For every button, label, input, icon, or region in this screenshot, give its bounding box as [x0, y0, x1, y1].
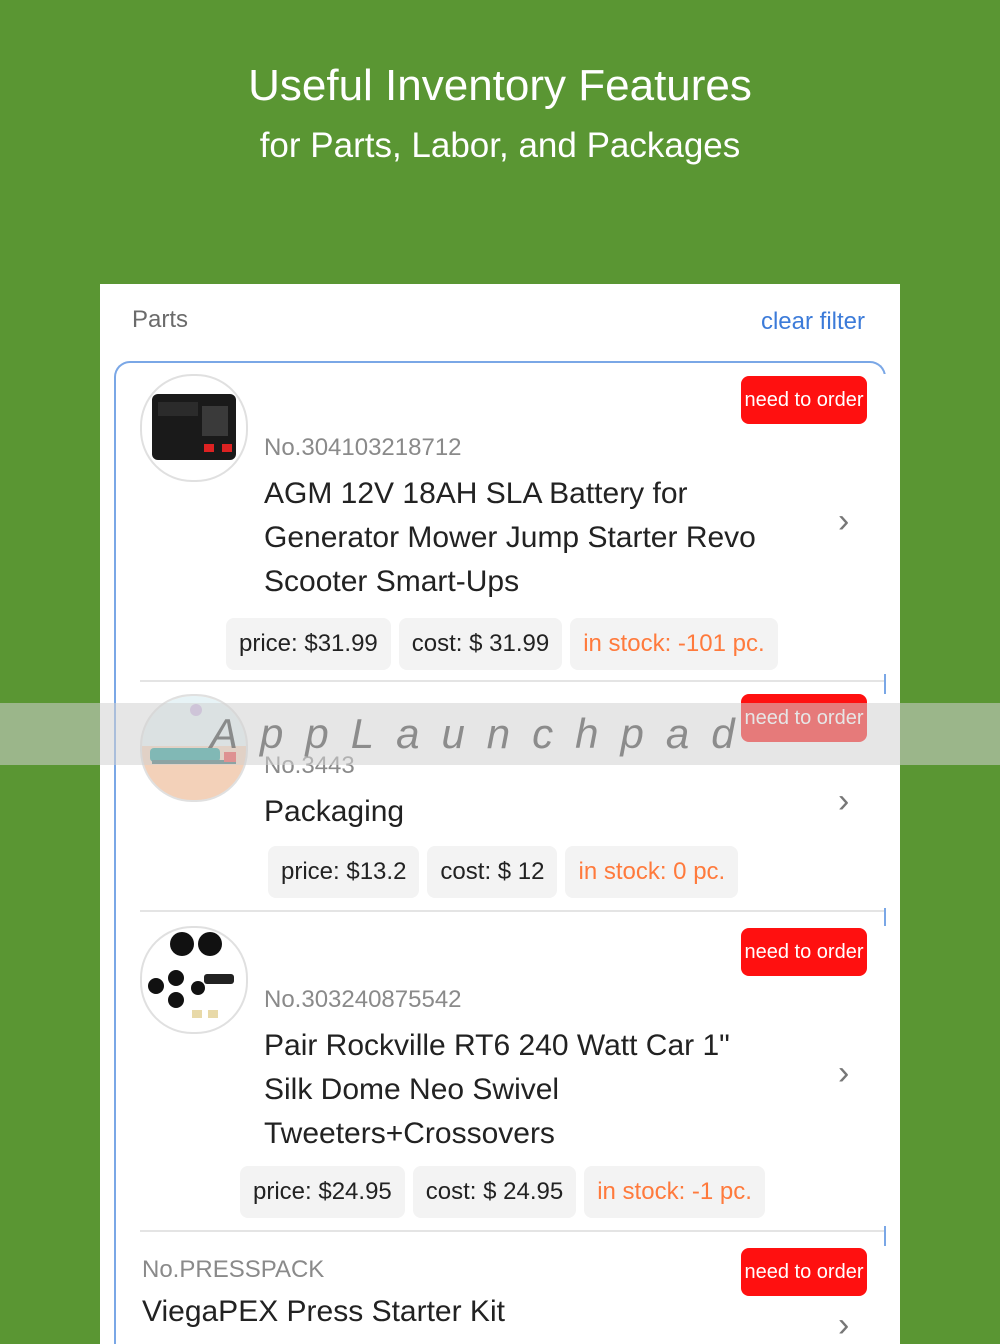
stock-chip: in stock: -1 pc.	[584, 1166, 765, 1218]
need-to-order-badge: need to order	[741, 1248, 867, 1296]
item-divider	[140, 680, 884, 682]
cost-chip: cost: $ 12	[427, 846, 558, 898]
need-to-order-badge: need to order	[741, 376, 867, 424]
item-name: Packaging	[264, 795, 405, 828]
item-name: AGM 12V 18AH SLA Battery for Generator M…	[264, 477, 756, 598]
stock-chip: in stock: 0 pc.	[565, 846, 739, 898]
parts-panel: Parts clear filter need to order No.3041…	[100, 284, 900, 1344]
battery-image	[140, 374, 248, 482]
price-chip: price: $13.2	[268, 846, 420, 898]
list-item[interactable]: need to order No.303240875542 Pair Rockv…	[140, 926, 886, 1226]
page-title: Parts	[132, 306, 189, 333]
need-to-order-badge: need to order	[741, 928, 867, 976]
item-sku: No.303240875542	[264, 986, 462, 1013]
list-item[interactable]: need to order No.304103218712 AGM 12V 18…	[140, 374, 886, 674]
item-sku: No.PRESSPACK	[142, 1256, 325, 1283]
cost-chip: cost: $ 24.95	[412, 1166, 577, 1218]
chevron-right-icon[interactable]: ›	[838, 1308, 860, 1342]
promo-title: Useful Inventory Features	[248, 61, 752, 110]
tweeters-image	[140, 926, 248, 1034]
chevron-right-icon[interactable]: ›	[838, 784, 860, 818]
promo-subtitle: for Parts, Labor, and Packages	[259, 126, 741, 165]
item-name: Pair Rockville RT6 240 Watt Car 1" Silk …	[264, 1029, 730, 1150]
watermark-band: AppLaunchpad	[0, 703, 1000, 765]
item-name: ViegaPEX Press Starter Kit	[142, 1295, 505, 1328]
stock-chip: in stock: -101 pc.	[570, 618, 778, 670]
cost-chip: cost: $ 31.99	[398, 618, 563, 670]
list-item[interactable]: need to order No.PRESSPACK ViegaPEX Pres…	[140, 1246, 886, 1344]
item-divider	[140, 910, 884, 912]
chevron-right-icon[interactable]: ›	[838, 504, 860, 538]
chevron-right-icon[interactable]: ›	[838, 1056, 860, 1090]
item-sku: No.304103218712	[264, 434, 462, 461]
watermark-text: AppLaunchpad	[210, 710, 757, 757]
item-divider	[140, 1230, 884, 1232]
clear-filter-link[interactable]: clear filter	[761, 308, 865, 336]
price-chip: price: $31.99	[226, 618, 391, 670]
price-chip: price: $24.95	[240, 1166, 405, 1218]
